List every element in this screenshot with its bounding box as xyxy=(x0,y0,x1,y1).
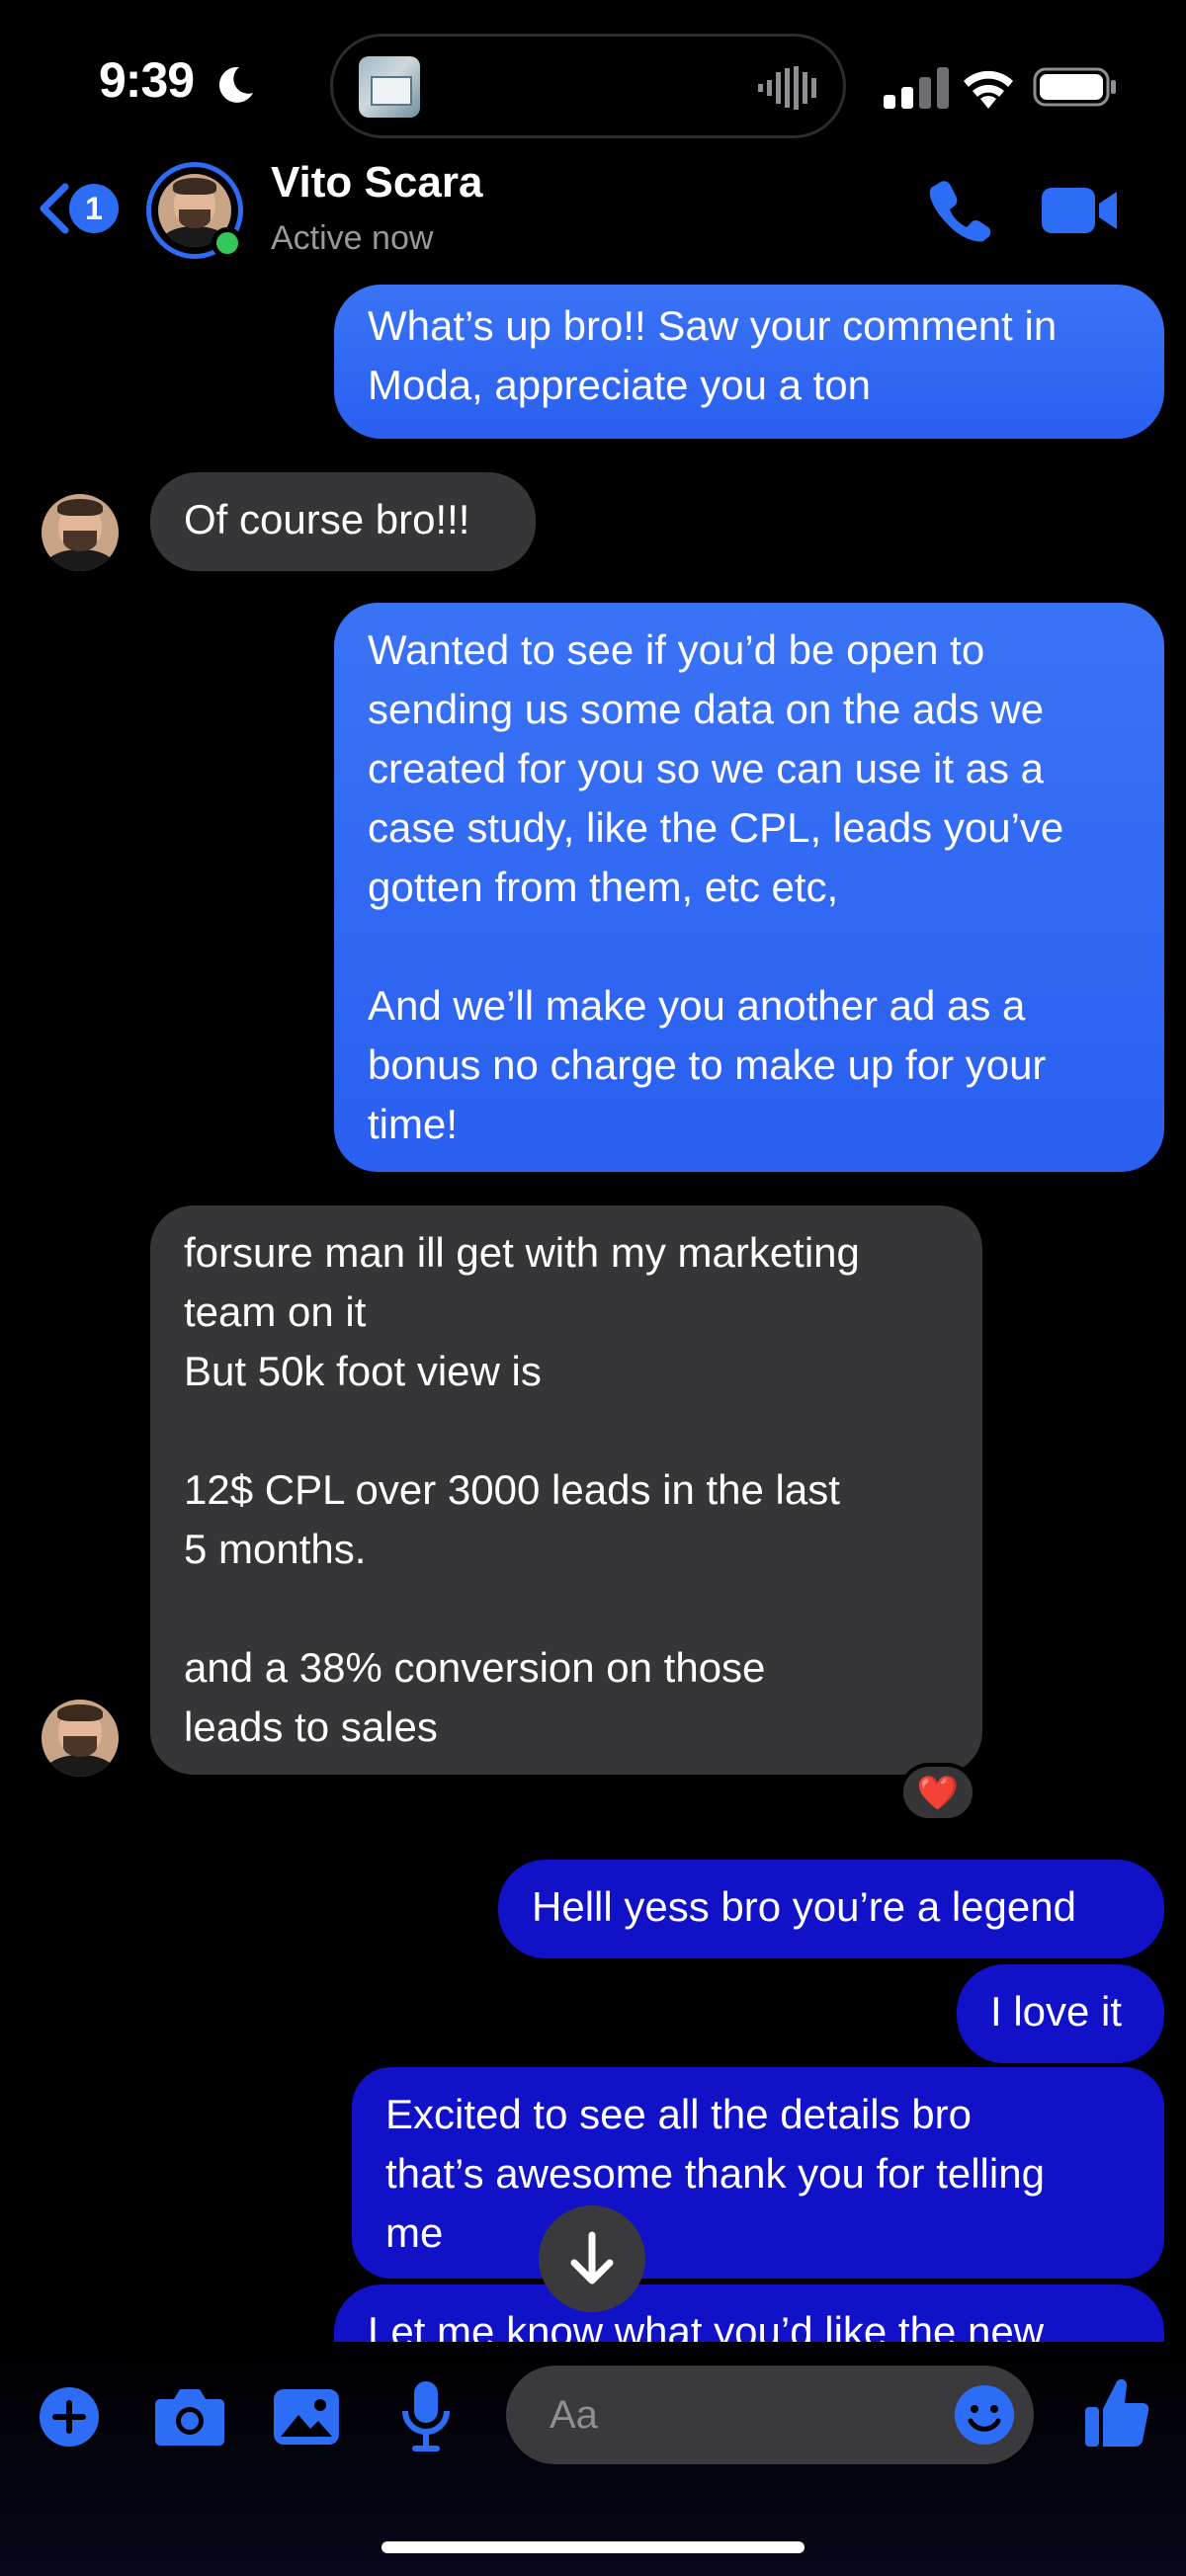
unread-badge[interactable]: 1 xyxy=(69,184,119,233)
heart-reaction[interactable]: ❤️ xyxy=(899,1763,976,1822)
audio-wave-icon xyxy=(758,66,816,110)
moon-icon xyxy=(218,66,253,103)
plus-icon[interactable] xyxy=(38,2385,101,2449)
arrow-down-icon xyxy=(570,2231,614,2285)
cellular-signal-icon xyxy=(884,67,949,109)
microphone-icon[interactable] xyxy=(399,2379,453,2452)
message-input[interactable]: Aa xyxy=(506,2366,1034,2464)
message-bubble-received[interactable]: forsure man ill get with my marketing te… xyxy=(150,1205,982,1775)
thumbs-up-icon[interactable] xyxy=(1083,2375,1150,2451)
contact-status: Active now xyxy=(271,219,434,257)
message-bubble-sent[interactable]: Wanted to see if you’d be open to sendin… xyxy=(334,603,1164,1172)
media-thumbnail xyxy=(359,56,420,118)
phone-call-icon[interactable] xyxy=(927,178,992,243)
message-bubble-sent[interactable]: Excited to see all the details bro that’… xyxy=(352,2067,1164,2279)
back-chevron-icon[interactable] xyxy=(34,181,73,236)
scroll-to-bottom-button[interactable] xyxy=(539,2205,645,2312)
message-bubble-sent[interactable]: Helll yess bro you’re a legend xyxy=(498,1860,1164,1958)
message-input-placeholder: Aa xyxy=(550,2393,598,2437)
camera-icon[interactable] xyxy=(154,2385,225,2447)
home-indicator[interactable] xyxy=(381,2541,805,2553)
status-time: 9:39 xyxy=(99,52,195,108)
dynamic-island[interactable] xyxy=(330,34,846,138)
photo-icon[interactable] xyxy=(273,2385,340,2447)
sender-avatar xyxy=(42,494,119,571)
emoji-icon[interactable] xyxy=(953,2383,1016,2447)
message-bubble-received[interactable]: Of course bro!!! xyxy=(150,472,536,571)
sender-avatar xyxy=(42,1700,119,1777)
contact-name[interactable]: Vito Scara xyxy=(271,158,482,208)
message-bubble-sent[interactable]: I love it xyxy=(957,1964,1164,2063)
wifi-icon xyxy=(964,70,1013,109)
message-bubble-sent[interactable]: What’s up bro!! Saw your comment in Moda… xyxy=(334,285,1164,439)
battery-icon xyxy=(1033,67,1116,107)
online-indicator xyxy=(212,227,243,259)
video-call-icon[interactable] xyxy=(1042,184,1119,237)
